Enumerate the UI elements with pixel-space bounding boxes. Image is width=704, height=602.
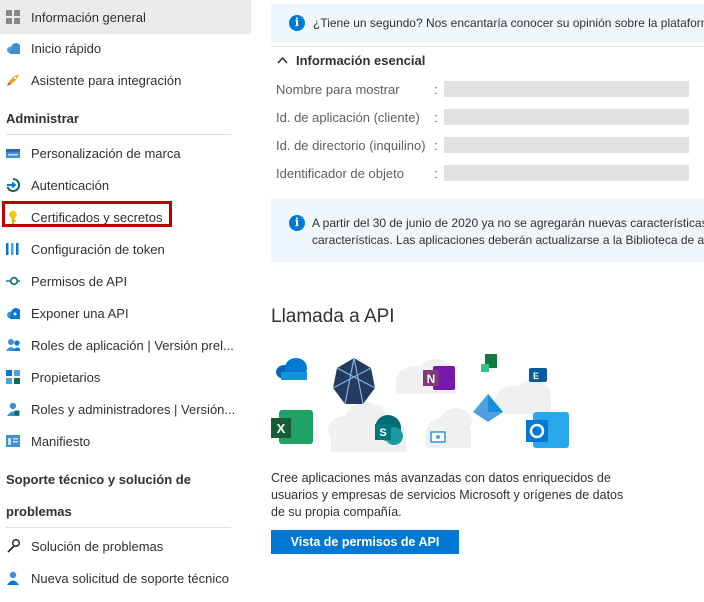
sidebar-item-label: Permisos de API [31,273,128,289]
sidebar-item-label: Configuración de token [31,241,165,257]
chevron-up-icon [277,56,288,64]
monitor-icon [430,431,446,443]
sidebar-item-roles-administrators[interactable]: Roles y administradores | Versión... [0,393,251,425]
excel-logo: X [271,410,313,444]
sidebar-item-api-permissions[interactable]: Permisos de API [0,265,251,297]
essentials-label: Id. de aplicación (cliente) [276,109,420,125]
cloud-icon [6,41,20,55]
roles-admins-icon [6,402,20,416]
essentials-toggle[interactable]: Información esencial [271,46,704,73]
notice-text-line1: A partir del 30 de junio de 2020 ya no s… [312,216,704,230]
sidebar-item-owners[interactable]: Propietarios [0,361,251,393]
sidebar: Información general Inicio rápido Asiste… [0,0,251,602]
app-roles-icon [6,338,20,352]
feedback-banner[interactable]: i ¿Tiene un segundo? Nos encantaría cono… [271,4,704,42]
divider [6,134,231,135]
azure-ad-logo [332,357,376,405]
section-support-heading: Soporte técnico y solución de [6,472,191,487]
redacted-value [444,109,689,125]
main-content: i ¿Tiene un segundo? Nos encantaría cono… [271,0,704,602]
sidebar-item-label: Inicio rápido [31,40,102,56]
essentials-label: Id. de directorio (inquilino) [276,137,426,153]
sidebar-item-label: Manifiesto [31,433,91,449]
section-manage-heading: Administrar [6,111,79,126]
sidebar-item-label: Exponer una API [31,305,129,321]
sidebar-item-overview[interactable]: Información general [0,0,251,34]
planner-logo [481,354,497,372]
essentials-row-object-id: Identificador de objeto: [276,159,704,187]
manifest-icon [6,434,20,448]
sidebar-item-branding[interactable]: Personalización de marca [0,137,251,169]
sidebar-item-label: Roles y administradores | Versión... [31,401,236,417]
api-description: Cree aplicaciones más avanzadas con dato… [271,471,624,519]
wrench-icon [6,539,20,553]
sidebar-item-expose-api[interactable]: Exponer una API [0,297,251,329]
support-person-icon [6,571,20,585]
feedback-text: ¿Tiene un segundo? Nos encantaría conoce… [313,16,704,30]
svg-text:N: N [427,372,436,386]
branding-icon [6,146,20,160]
grid-icon [6,10,20,24]
sidebar-item-label: Información general [31,9,146,25]
rocket-icon [6,73,20,87]
owners-icon [6,370,20,384]
sidebar-item-troubleshooting[interactable]: Solución de problemas [0,530,251,562]
exchange-logo: E [529,368,547,382]
redacted-value [444,81,689,97]
sidebar-item-label: Nueva solicitud de soporte técnico [31,570,230,586]
sidebar-item-token-configuration[interactable]: Configuración de token [0,233,251,265]
microsoft-services-illustration: N E X S [271,350,581,460]
essentials-label: Nombre para mostrar [276,81,400,97]
sidebar-item-label: Personalización de marca [31,145,181,161]
authentication-icon [6,178,20,192]
api-permissions-icon [6,274,20,288]
sidebar-item-quickstart[interactable]: Inicio rápido [0,32,251,64]
redacted-value [444,165,689,181]
essentials-row-directory-id: Id. de directorio (inquilino): [276,131,704,159]
sidebar-item-label: Solución de problemas [31,538,164,554]
sidebar-item-app-roles[interactable]: Roles de aplicación | Versión prel... [0,329,251,361]
svg-text:X: X [277,421,286,436]
sidebar-item-certificates-secrets[interactable]: Certificados y secretos [0,201,251,233]
essentials-row-application-id: Id. de aplicación (cliente): [276,103,704,131]
sidebar-item-label: Certificados y secretos [31,209,163,225]
onedrive-logo [276,358,307,380]
notice-text-line2: características. Las aplicaciones deberá… [312,233,704,247]
essentials-row-display-name: Nombre para mostrar: [276,75,704,103]
deprecation-notice: i A partir del 30 de junio de 2020 ya no… [271,198,704,262]
key-icon [6,210,20,224]
sidebar-item-integration-assistant[interactable]: Asistente para integración [0,64,251,96]
view-api-permissions-button[interactable]: Vista de permisos de API [271,530,459,554]
sidebar-item-label: Autenticación [31,177,110,193]
essentials-title: Información esencial [296,52,426,68]
sidebar-item-label: Propietarios [31,369,101,385]
section-support-heading-cont: problemas [6,504,72,519]
info-icon: i [289,215,305,231]
outlook-logo [526,412,569,448]
expose-api-cloud-icon [6,306,20,320]
divider [6,527,231,528]
redacted-value [444,137,689,153]
sidebar-item-label: Roles de aplicación | Versión prel... [31,337,234,353]
token-bars-icon [6,242,20,256]
sidebar-item-manifest[interactable]: Manifiesto [0,425,251,457]
info-icon: i [289,15,305,31]
api-section-title: Llamada a API [271,306,395,327]
essentials-label: Identificador de objeto [276,165,404,181]
sidebar-item-authentication[interactable]: Autenticación [0,169,251,201]
svg-text:S: S [379,427,386,439]
svg-text:E: E [533,371,539,381]
sidebar-item-new-support-request[interactable]: Nueva solicitud de soporte técnico [0,562,251,594]
sidebar-item-label: Asistente para integración [31,72,182,88]
